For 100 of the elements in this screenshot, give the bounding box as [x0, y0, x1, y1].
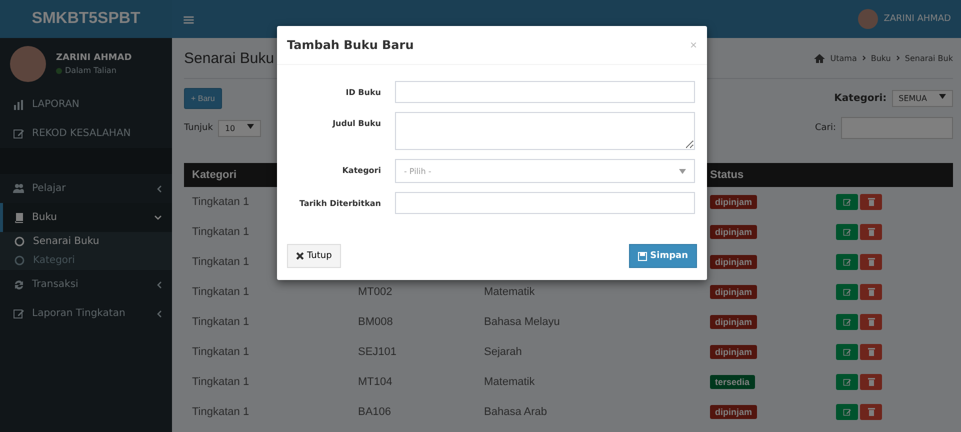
close-button[interactable]: ×	[690, 38, 697, 52]
table-cell: Tingkatan 1	[192, 406, 250, 418]
filter-label: Kategori:	[834, 93, 887, 104]
sidebar-item[interactable]: Laporan Tingkatan	[0, 299, 172, 328]
trash-icon	[868, 318, 874, 326]
trash-icon	[868, 408, 874, 416]
caret-icon	[247, 124, 254, 128]
edit-icon	[843, 408, 851, 416]
table-cell: Tingkatan 1	[192, 316, 250, 328]
book-icon	[13, 212, 24, 223]
page-title: Senarai Buku	[184, 50, 274, 66]
input-field[interactable]	[395, 192, 695, 214]
edit-button[interactable]	[836, 404, 858, 420]
dashboard-icon	[13, 99, 24, 110]
table-cell: BM008	[358, 316, 393, 328]
user-name: ZARINI AHMAD	[56, 53, 132, 63]
edit-icon	[13, 308, 24, 319]
user-avatar[interactable]	[858, 9, 878, 29]
delete-button[interactable]	[860, 344, 882, 360]
page-size-select[interactable]: 10	[218, 120, 262, 136]
chevron-right-icon	[862, 55, 866, 61]
new-book-button[interactable]: + Baru	[184, 88, 222, 109]
edit-icon	[843, 228, 851, 236]
status-label: dipinjam	[710, 405, 758, 419]
trash-icon	[868, 288, 874, 296]
chevron-down-icon	[154, 215, 162, 220]
breadcrumb-link[interactable]: Buku	[870, 54, 891, 62]
table-cell: MT104	[358, 376, 392, 388]
online-status-dot	[56, 68, 62, 74]
caret-icon	[679, 168, 686, 174]
delete-button[interactable]	[860, 404, 882, 420]
delete-button[interactable]	[860, 374, 882, 390]
input-field[interactable]	[395, 81, 695, 103]
save-icon	[638, 252, 648, 260]
edit-icon	[843, 348, 851, 356]
table-cell: Sejarah	[484, 346, 522, 358]
breadcrumb-link[interactable]: Senarai Buk	[904, 54, 953, 62]
delete-button[interactable]	[860, 194, 882, 210]
table-cell: Bahasa Arab	[484, 406, 547, 418]
edit-button[interactable]	[836, 284, 858, 300]
sidebar-item[interactable]: LAPORAN	[0, 90, 172, 119]
table-cell: Matematik	[484, 376, 535, 388]
table-cell: Matematik	[484, 286, 535, 298]
search-label: Cari:	[814, 123, 836, 133]
chevron-left-icon	[157, 280, 162, 288]
edit-button[interactable]	[836, 224, 858, 240]
table-cell: Tingkatan 1	[192, 196, 250, 208]
sidebar-item[interactable]: Transaksi	[0, 270, 172, 299]
table-cell: Tingkatan 1	[192, 286, 250, 298]
table-cell: Tingkatan 1	[192, 226, 250, 238]
close-dialog-button[interactable]: Tutup	[287, 244, 341, 268]
sidebar-item[interactable]: Pelajar	[0, 174, 172, 203]
refresh-icon	[13, 279, 24, 290]
circle-icon	[14, 236, 25, 247]
sidebar-item[interactable]: REKOD KESALAHAN	[0, 119, 172, 148]
edit-button[interactable]	[836, 314, 858, 330]
table-cell: SEJ101	[358, 346, 397, 358]
edit-button[interactable]	[836, 344, 858, 360]
edit-icon	[843, 318, 851, 326]
delete-button[interactable]	[860, 224, 882, 240]
delete-button[interactable]	[860, 254, 882, 270]
status-label: dipinjam	[710, 345, 758, 359]
status-label: dipinjam	[710, 255, 758, 269]
menu-icon[interactable]: ≡	[182, 10, 196, 28]
field-label: Judul Buku	[331, 118, 381, 128]
edit-icon	[843, 378, 851, 386]
trash-icon	[868, 198, 874, 206]
edit-icon	[843, 258, 851, 266]
breadcrumb-link[interactable]: Utama	[830, 54, 857, 62]
edit-icon	[843, 288, 851, 296]
table-cell: MT002	[358, 286, 392, 298]
show-label: Tunjuk	[184, 123, 213, 133]
status-label: dipinjam	[710, 225, 758, 239]
chevron-left-icon	[157, 184, 162, 192]
search-field[interactable]	[841, 117, 953, 139]
users-icon	[13, 183, 24, 194]
field-label: ID Buku	[344, 87, 381, 97]
chevron-right-icon	[896, 55, 900, 61]
save-button[interactable]: Simpan	[629, 244, 697, 268]
status-label: tersedia	[710, 375, 755, 389]
trash-icon	[868, 348, 874, 356]
table-cell: Tingkatan 1	[192, 346, 250, 358]
sidebar-subitem[interactable]: Senarai Buku	[0, 232, 172, 251]
edit-button[interactable]	[836, 194, 858, 210]
close-icon	[296, 252, 304, 260]
status-label: dipinjam	[710, 285, 758, 299]
field-label: Tarikh Diterbitkan	[298, 198, 381, 208]
delete-button[interactable]	[860, 314, 882, 330]
delete-button[interactable]	[860, 284, 882, 300]
user-name[interactable]: ZARINI AHMAD	[884, 14, 951, 24]
select-field[interactable]: - Pilih -	[395, 159, 695, 183]
user-status: Dalam Talian	[65, 66, 116, 75]
edit-button[interactable]	[836, 254, 858, 270]
status-label: dipinjam	[710, 315, 758, 329]
edit-button[interactable]	[836, 374, 858, 390]
dialog-title: Tambah Buku Baru	[287, 38, 414, 52]
category-select[interactable]: SEMUA	[892, 90, 953, 107]
text-area[interactable]	[395, 112, 695, 150]
caret-icon	[939, 94, 946, 99]
table-cell: Tingkatan 1	[192, 256, 250, 268]
